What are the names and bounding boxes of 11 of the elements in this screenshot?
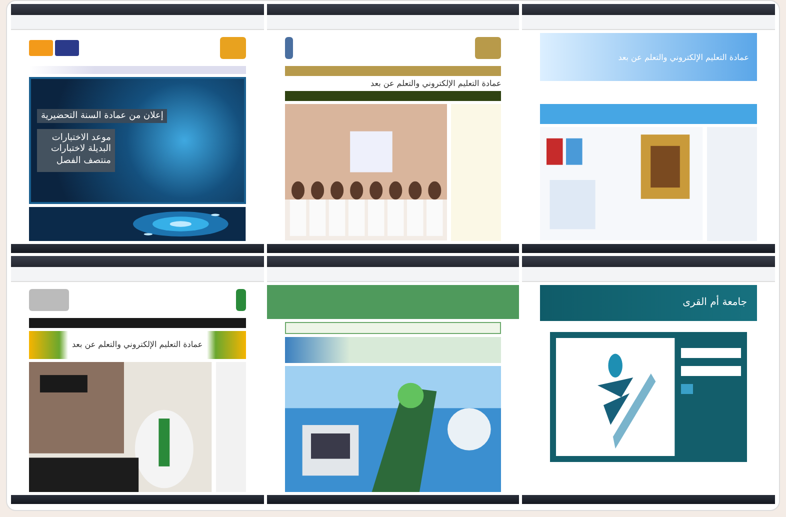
logo-icon [220,37,246,59]
username-field[interactable] [681,348,741,358]
banner-text: موعد الاختبارات البديلة لاختبارات منتصف الفصل [37,128,115,172]
banner-title: إعلان من عمادة السنة التحضيرية [37,108,168,123]
page-heading: عمادة التعليم الإلكتروني والتعلم عن بعد [370,79,502,88]
site-title: جامعة أم القرى [682,297,747,308]
logo-icon [236,288,246,310]
banner-title: عمادة التعليم الإلكتروني والتعلم عن بعد [618,52,749,62]
password-field[interactable] [681,366,741,376]
banner-title: عمادة التعليم الإلكتروني والتعلم عن بعد [72,340,203,349]
logo-icon [475,37,502,59]
